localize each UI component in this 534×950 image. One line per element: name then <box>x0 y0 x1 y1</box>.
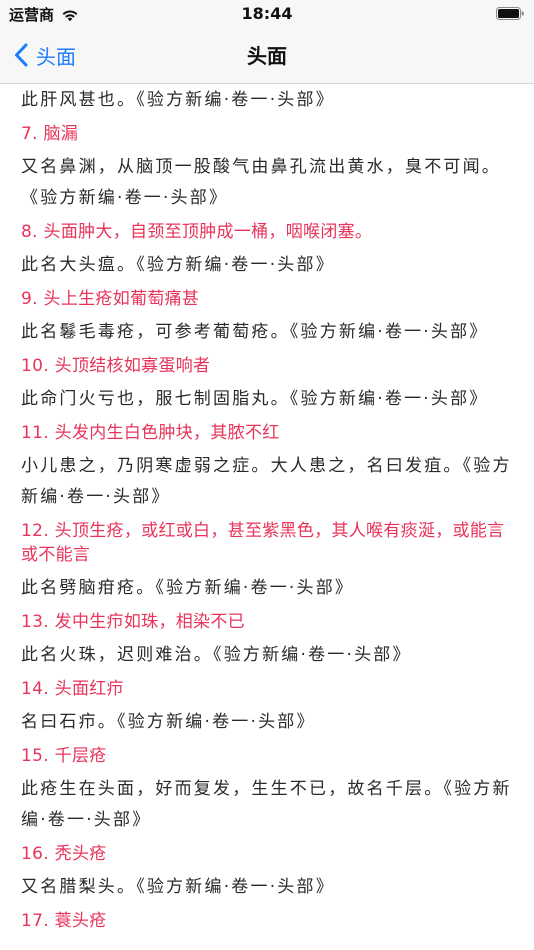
entry-17: 17. 蓑头疮 <box>21 909 512 933</box>
entry-12: 12. 头顶生疮，或红或白，甚至紫黑色，其人喉有痰涎，或能言或不能言 此名劈脑疳… <box>21 519 512 604</box>
entry-body: 小儿患之，乃阴寒虚弱之症。大人患之，名曰发疽。《验方新编·卷一·头部》 <box>21 456 512 507</box>
entry-10: 10. 头顶结核如寡蛋响者 此命门火亏也，服七制固脂丸。《验方新编·卷一·头部》 <box>21 354 512 415</box>
entry-13: 13. 发中生疖如珠，相染不已 此名火珠，迟则难治。《验方新编·卷一·头部》 <box>21 610 512 671</box>
entry-title: 16. 秃头疮 <box>21 844 107 864</box>
entry-title: 8. 头面肿大，自颈至顶肿成一桶，咽喉闭塞。 <box>21 222 373 242</box>
entry-title: 12. 头顶生疮，或红或白，甚至紫黑色，其人喉有痰涎，或能言或不能言 <box>21 521 505 565</box>
entry-body: 此名鬈毛毒疮，可参考葡萄疮。《验方新编·卷一·头部》 <box>21 322 489 342</box>
entry-title: 10. 头顶结核如寡蛋响者 <box>21 356 211 376</box>
status-time: 18:44 <box>241 4 293 23</box>
entry-body: 又名腊梨头。《验方新编·卷一·头部》 <box>21 877 335 897</box>
entry-title: 13. 发中生疖如珠，相染不已 <box>21 612 245 632</box>
entry-7: 7. 脑漏 又名鼻渊，从脑顶一股酸气由鼻孔流出黄水，臭不可闻。《验方新编·卷一·… <box>21 122 512 214</box>
entry-16: 16. 秃头疮 又名腊梨头。《验方新编·卷一·头部》 <box>21 842 512 903</box>
entry-14: 14. 头面红疖 名曰石疖。《验方新编·卷一·头部》 <box>21 677 512 738</box>
entry-11: 11. 头发内生白色肿块，其脓不红 小儿患之，乃阴寒虚弱之症。大人患之，名曰发疽… <box>21 421 512 513</box>
entry-title: 14. 头面红疖 <box>21 679 124 699</box>
content-body: 此肝风甚也。《验方新编·卷一·头部》 7. 脑漏 又名鼻渊，从脑顶一股酸气由鼻孔… <box>0 85 534 933</box>
status-bar: 运营商 18:44 <box>0 0 534 28</box>
entry-title: 9. 头上生疮如葡萄痛甚 <box>21 289 200 309</box>
navigation-bar: 头面 头面 <box>0 28 534 84</box>
entry-body: 又名鼻渊，从脑顶一股酸气由鼻孔流出黄水，臭不可闻。《验方新编·卷一·头部》 <box>21 157 501 208</box>
entry-8: 8. 头面肿大，自颈至顶肿成一桶，咽喉闭塞。 此名大头瘟。《验方新编·卷一·头部… <box>21 220 512 281</box>
entry-15: 15. 千层疮 此疮生在头面，好而复发，生生不已，故名千层。《验方新编·卷一·头… <box>21 744 512 836</box>
page-title: 头面 <box>247 44 287 68</box>
entry-body: 此命门火亏也，服七制固脂丸。《验方新编·卷一·头部》 <box>21 389 489 409</box>
entry-title: 11. 头发内生白色肿块，其脓不红 <box>21 423 280 443</box>
entry-body: 此名劈脑疳疮。《验方新编·卷一·头部》 <box>21 578 355 598</box>
entry-body: 此名大头瘟。《验方新编·卷一·头部》 <box>21 255 335 275</box>
entry-body: 名曰石疖。《验方新编·卷一·头部》 <box>21 712 316 732</box>
entry-title: 17. 蓑头疮 <box>21 911 107 931</box>
entry-body: 此名火珠，迟则难治。《验方新编·卷一·头部》 <box>21 645 412 665</box>
entry-9: 9. 头上生疮如葡萄痛甚 此名鬈毛毒疮，可参考葡萄疮。《验方新编·卷一·头部》 <box>21 287 512 348</box>
entry-title: 15. 千层疮 <box>21 746 107 766</box>
entry-body: 此疮生在头面，好而复发，生生不已，故名千层。《验方新编·卷一·头部》 <box>21 779 512 830</box>
lead-text: 此肝风甚也。《验方新编·卷一·头部》 <box>21 90 335 110</box>
battery-icon <box>496 7 524 20</box>
content-scroll-view[interactable]: 此肝风甚也。《验方新编·卷一·头部》 7. 脑漏 又名鼻渊，从脑顶一股酸气由鼻孔… <box>0 84 534 950</box>
entry-title: 7. 脑漏 <box>21 124 79 144</box>
